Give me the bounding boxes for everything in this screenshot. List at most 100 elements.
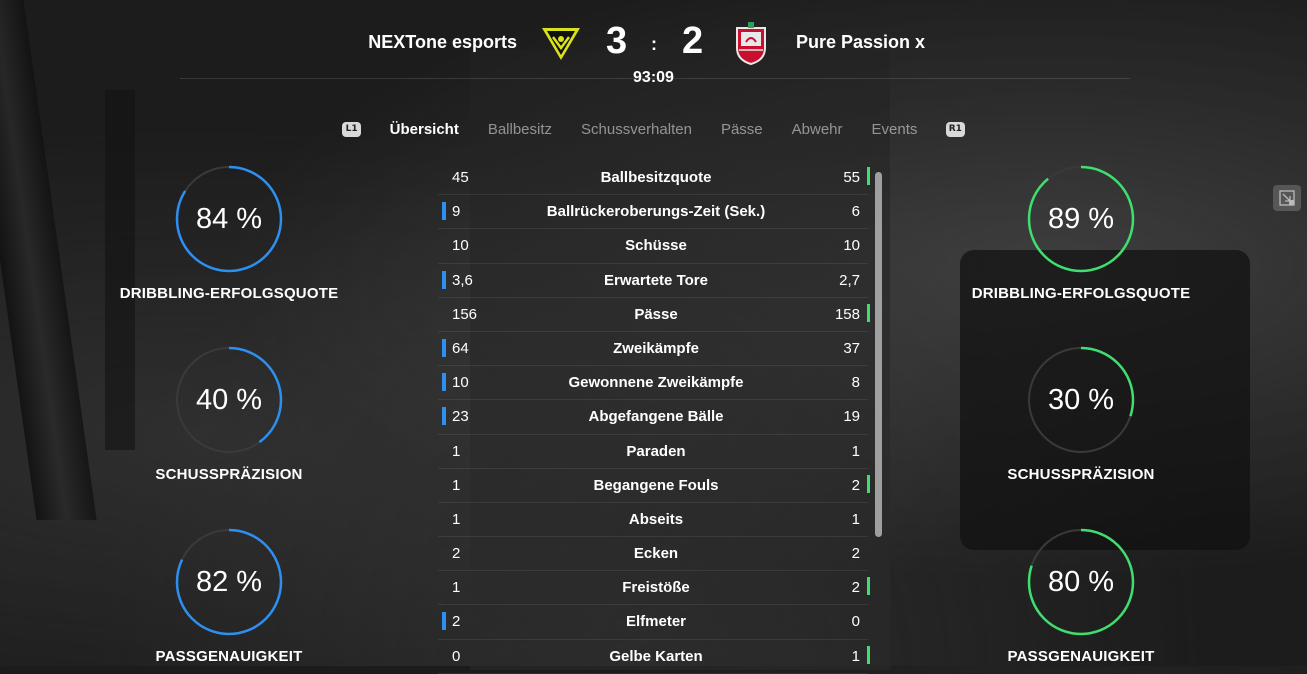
stat-home-value: 10 — [452, 374, 469, 392]
ring-value: 84 % — [195, 202, 263, 235]
l1-button-hint[interactable]: L1 — [342, 121, 362, 137]
tab-schussverhalten[interactable]: Schussverhalten — [581, 121, 692, 138]
stat-away-value: 158 — [834, 305, 860, 323]
home-score: 3 — [606, 20, 628, 62]
stat-home-value: 9 — [452, 203, 461, 221]
stat-away-value: 0 — [851, 613, 860, 631]
ring-label: DRIBBLING-ERFOLGSQUOTE — [971, 285, 1191, 302]
stat-home-value: 2 — [452, 613, 461, 631]
away-shot-accuracy-ring: 30 % SCHUSSPRÄZISION — [951, 345, 1211, 483]
match-clock: 93:09 — [633, 69, 674, 86]
tab-ballbesitz[interactable]: Ballbesitz — [488, 121, 552, 138]
stat-away-value: 1 — [851, 510, 860, 528]
stat-away-value: 2 — [851, 545, 860, 563]
stat-name: Paraden — [626, 442, 686, 460]
stat-row: 23 Abgefangene Bälle 19 — [438, 400, 868, 435]
stat-away-value: 1 — [851, 647, 860, 665]
tab-abwehr[interactable]: Abwehr — [792, 121, 843, 138]
stat-name: Abgefangene Bälle — [588, 408, 724, 426]
stat-row: 3,6 Erwartete Tore 2,7 — [438, 264, 868, 298]
home-leader-bar — [442, 338, 446, 357]
home-dribbling-ring: 84 % DRIBBLING-ERFOLGSQUOTE — [99, 164, 359, 302]
scoreboard-header: NEXTone esports 3 : 2 Pure Passion x 93:… — [0, 0, 1307, 100]
ring-label: PASSGENAUIGKEIT — [155, 648, 303, 665]
away-pass-accuracy-ring: 80 % PASSGENAUIGKEIT — [951, 527, 1211, 665]
stat-row: 1 Begangene Fouls 2 — [438, 469, 870, 503]
ring-value: 30 % — [1047, 383, 1115, 416]
stat-home-value: 2 — [452, 545, 461, 563]
stat-name: Pässe — [634, 305, 678, 323]
home-pass-accuracy-ring: 82 % PASSGENAUIGKEIT — [99, 527, 359, 665]
stat-name: Gelbe Karten — [609, 647, 703, 665]
away-score: 2 — [682, 20, 704, 62]
tab-events[interactable]: Events — [872, 121, 918, 138]
stat-away-value: 55 — [843, 169, 860, 186]
stat-name: Ecken — [633, 545, 679, 563]
ring-label: SCHUSSPRÄZISION — [1007, 466, 1155, 483]
stat-row: 10 Schüsse 10 — [438, 229, 868, 264]
stat-row: 0 Gelbe Karten 1 — [438, 640, 870, 674]
ring-value: 82 % — [195, 565, 263, 598]
away-leader-bar — [866, 303, 870, 322]
home-team-name: NEXTone esports — [368, 32, 517, 52]
stat-home-value: 45 — [452, 169, 469, 186]
home-shot-accuracy-ring: 40 % SCHUSSPRÄZISION — [99, 345, 359, 483]
ring-gauge: 82 % — [174, 527, 284, 637]
stat-row: 1 Paraden 1 — [438, 435, 868, 469]
stat-away-value: 10 — [843, 237, 860, 255]
away-leader-bar — [866, 577, 870, 596]
stat-away-value: 2 — [851, 476, 860, 494]
stats-table: 45 Ballbesitzquote 55 9 Ballrückeroberungs-… — [438, 161, 870, 674]
ring-label: PASSGENAUIGKEIT — [1007, 648, 1155, 665]
stat-row: 1 Abseits 1 — [438, 503, 868, 538]
stat-home-value: 1 — [452, 476, 461, 494]
stat-row: 2 Elfmeter 0 — [438, 605, 868, 640]
away-dribbling-ring: 89 % DRIBBLING-ERFOLGSQUOTE — [951, 164, 1211, 302]
stat-row: 64 Zweikämpfe 37 — [438, 332, 868, 367]
r1-button-hint[interactable]: R1 — [945, 121, 965, 137]
stat-row: 2 Ecken 2 — [438, 537, 868, 572]
stat-row: 9 Ballrückeroberungs-Zeit (Sek.) 6 — [438, 195, 868, 230]
stats-scrollbar[interactable] — [875, 172, 882, 537]
stat-away-value: 37 — [843, 339, 860, 357]
stat-home-value: 1 — [452, 442, 461, 460]
stat-home-value: 0 — [452, 647, 461, 665]
stat-name: Ballbesitzquote — [600, 169, 712, 186]
home-leader-bar — [442, 373, 446, 392]
tab-paesse[interactable]: Pässe — [721, 121, 763, 138]
score-separator: : — [651, 34, 657, 54]
stat-away-value: 8 — [851, 374, 860, 392]
stat-away-value: 1 — [851, 442, 860, 460]
home-leader-bar — [442, 270, 446, 289]
home-leader-bar — [442, 202, 446, 221]
stat-row: 10 Gewonnene Zweikämpfe 8 — [438, 366, 868, 401]
ring-value: 89 % — [1047, 202, 1115, 235]
away-team-crest-icon — [733, 22, 769, 66]
minimize-video-icon[interactable] — [1273, 185, 1301, 211]
stat-home-value: 64 — [452, 339, 469, 357]
ring-gauge: 40 % — [174, 345, 284, 455]
away-leader-bar — [866, 167, 870, 185]
stat-name: Schüsse — [625, 237, 687, 255]
ring-gauge: 89 % — [1026, 164, 1136, 274]
stat-home-value: 156 — [452, 305, 478, 323]
stat-name: Abseits — [628, 510, 684, 528]
stat-row: 1 Freistöße 2 — [438, 571, 870, 606]
stat-name: Begangene Fouls — [593, 476, 719, 494]
ring-gauge: 80 % — [1026, 527, 1136, 637]
stat-home-value: 1 — [452, 579, 461, 597]
stat-away-value: 2 — [851, 579, 860, 597]
ring-label: DRIBBLING-ERFOLGSQUOTE — [119, 285, 339, 302]
stats-tab-bar: L1 Übersicht Ballbesitz Schussverhalten … — [0, 118, 1307, 140]
tab-uebersicht[interactable]: Übersicht — [390, 121, 459, 138]
ring-gauge: 30 % — [1026, 345, 1136, 455]
stat-name: Elfmeter — [625, 613, 687, 631]
stat-away-value: 2,7 — [839, 271, 860, 289]
away-team-name: Pure Passion x — [796, 32, 926, 52]
ring-value: 40 % — [195, 383, 263, 416]
home-team-crest-icon — [540, 24, 582, 62]
stat-home-value: 3,6 — [452, 271, 473, 289]
stat-name: Gewonnene Zweikämpfe — [568, 374, 744, 392]
stat-away-value: 6 — [851, 203, 860, 221]
stat-name: Zweikämpfe — [613, 339, 699, 357]
